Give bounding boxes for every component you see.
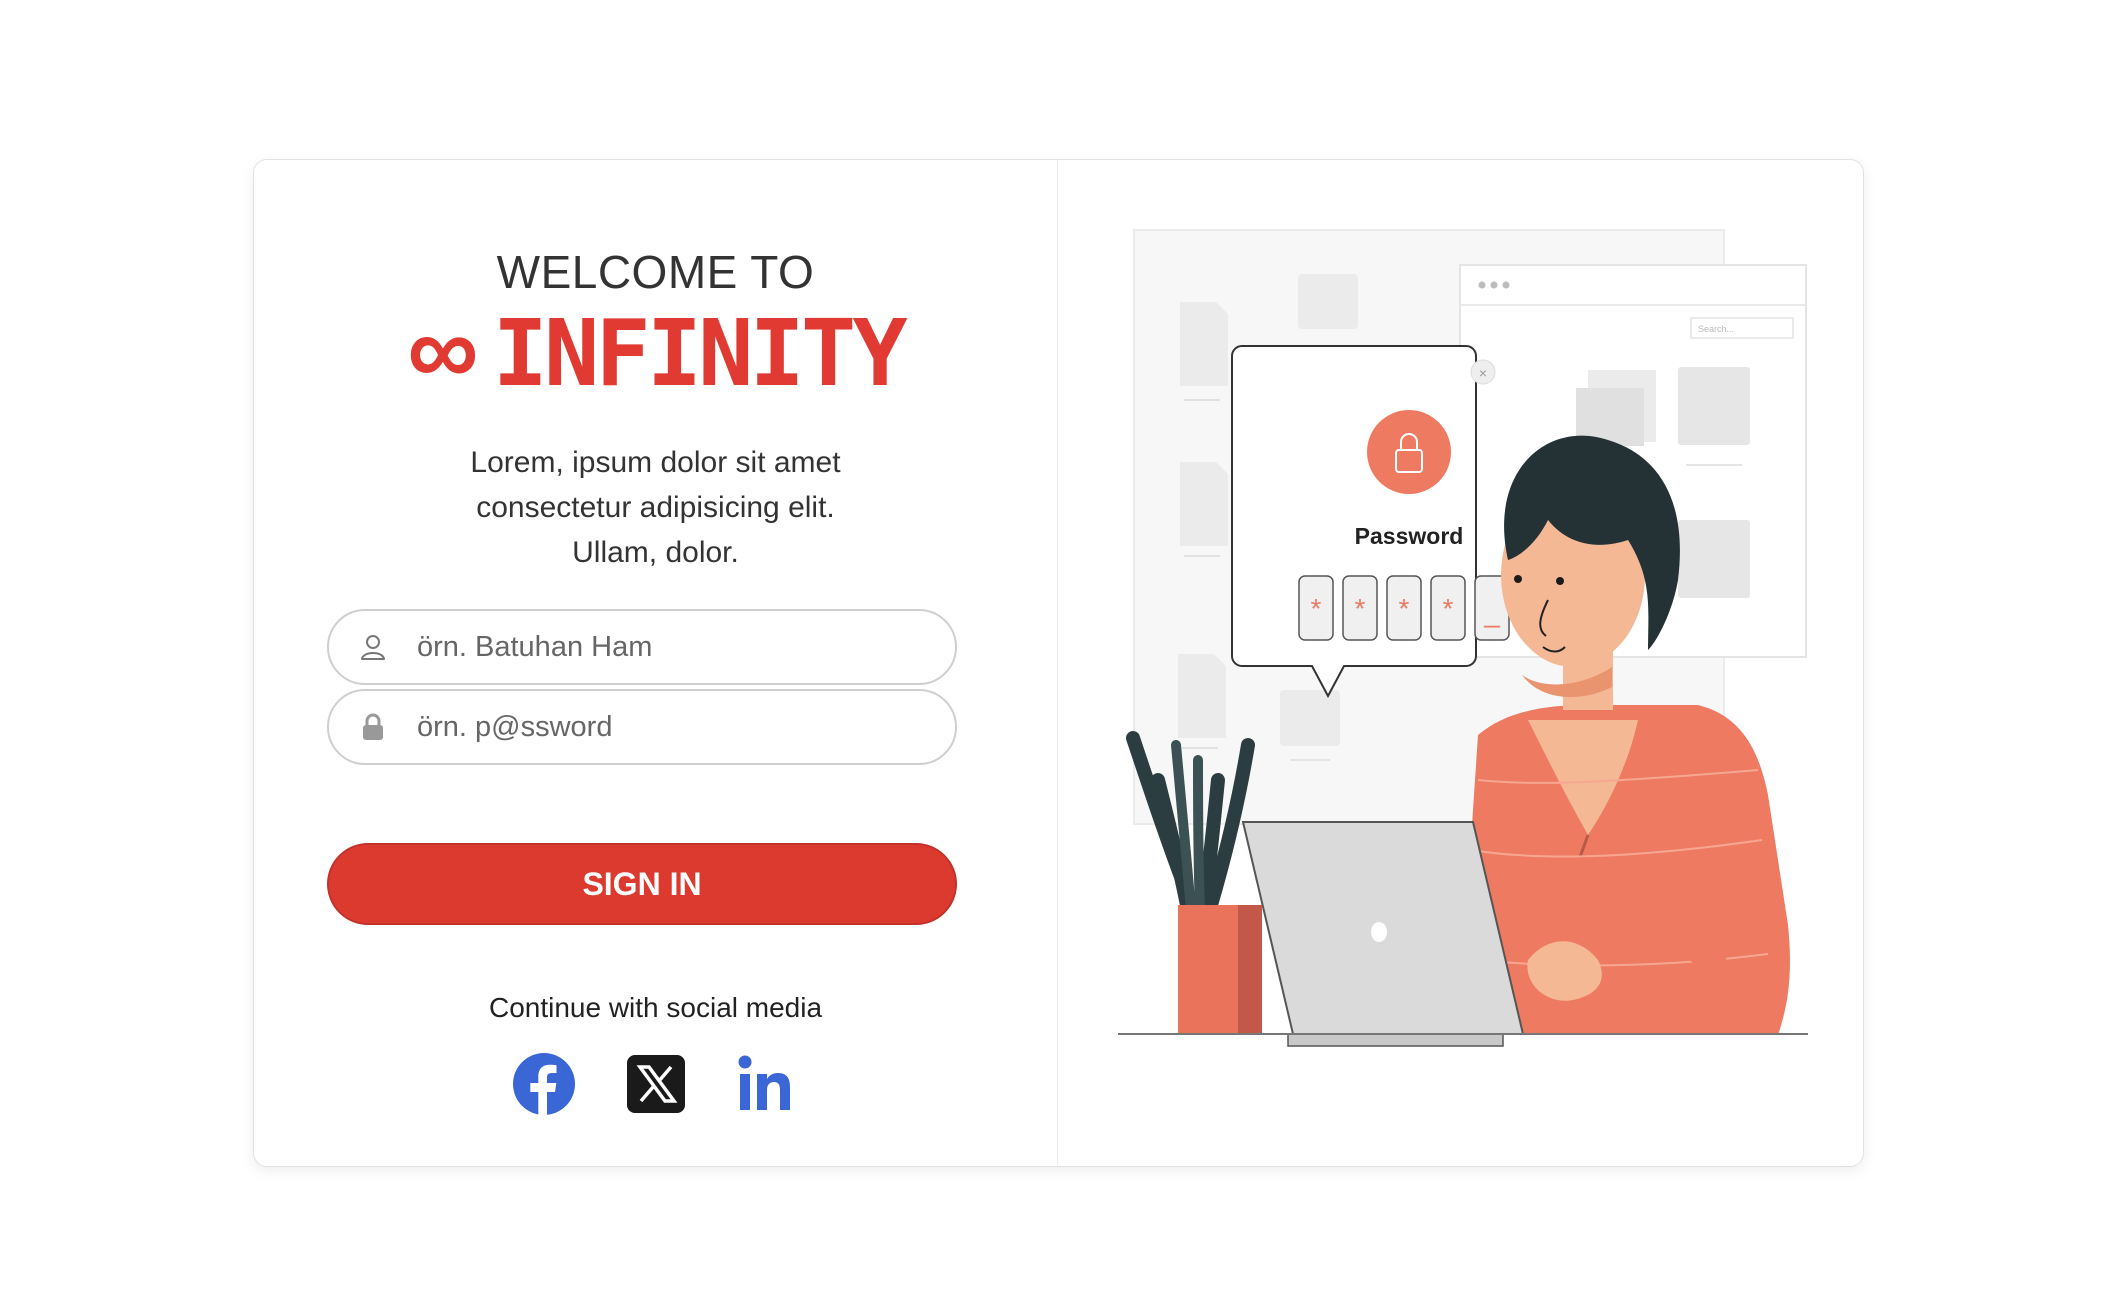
description-line: Ullam, dolor. <box>572 536 739 569</box>
pin-char: _ <box>1483 597 1500 628</box>
social-links <box>254 1052 1057 1116</box>
pin-char: * <box>1399 593 1410 624</box>
pin-char: * <box>1443 593 1454 624</box>
user-icon <box>355 629 391 665</box>
description-line: Lorem, ipsum dolor sit amet <box>470 446 841 479</box>
search-placeholder: Search... <box>1698 324 1734 334</box>
password-input[interactable] <box>415 709 925 745</box>
password-field[interactable] <box>327 689 957 765</box>
username-field[interactable] <box>327 609 957 685</box>
welcome-heading: WELCOME TO <box>496 246 815 298</box>
sign-in-button[interactable]: SIGN IN <box>327 843 957 925</box>
brand-name: INFINITY <box>492 300 908 407</box>
pin-char: * <box>1355 593 1366 624</box>
x-icon[interactable] <box>624 1052 688 1116</box>
login-illustration: Search... × Password * * * * _ <box>1118 229 1808 1047</box>
brand-logo: ∞ INFINITY <box>254 300 1057 407</box>
login-panel: WELCOME TO ∞ INFINITY Lorem, ipsum dolor… <box>254 160 1058 1166</box>
linkedin-icon[interactable] <box>736 1052 800 1116</box>
facebook-icon[interactable] <box>512 1052 576 1116</box>
login-card: WELCOME TO ∞ INFINITY Lorem, ipsum dolor… <box>253 159 1864 1167</box>
lock-icon <box>355 709 391 745</box>
description-line: consectetur adipisicing elit. <box>476 491 835 524</box>
infinity-icon: ∞ <box>407 294 479 406</box>
social-label: Continue with social media <box>488 992 823 1023</box>
password-dialog-title: Password <box>1355 523 1464 549</box>
svg-text:×: × <box>1479 365 1487 381</box>
description: Lorem, ipsum dolor sit amet consectetur … <box>404 440 907 575</box>
illustration-panel: Search... × Password * * * * _ <box>1058 160 1863 1166</box>
pin-char: * <box>1311 593 1322 624</box>
username-input[interactable] <box>415 629 925 665</box>
